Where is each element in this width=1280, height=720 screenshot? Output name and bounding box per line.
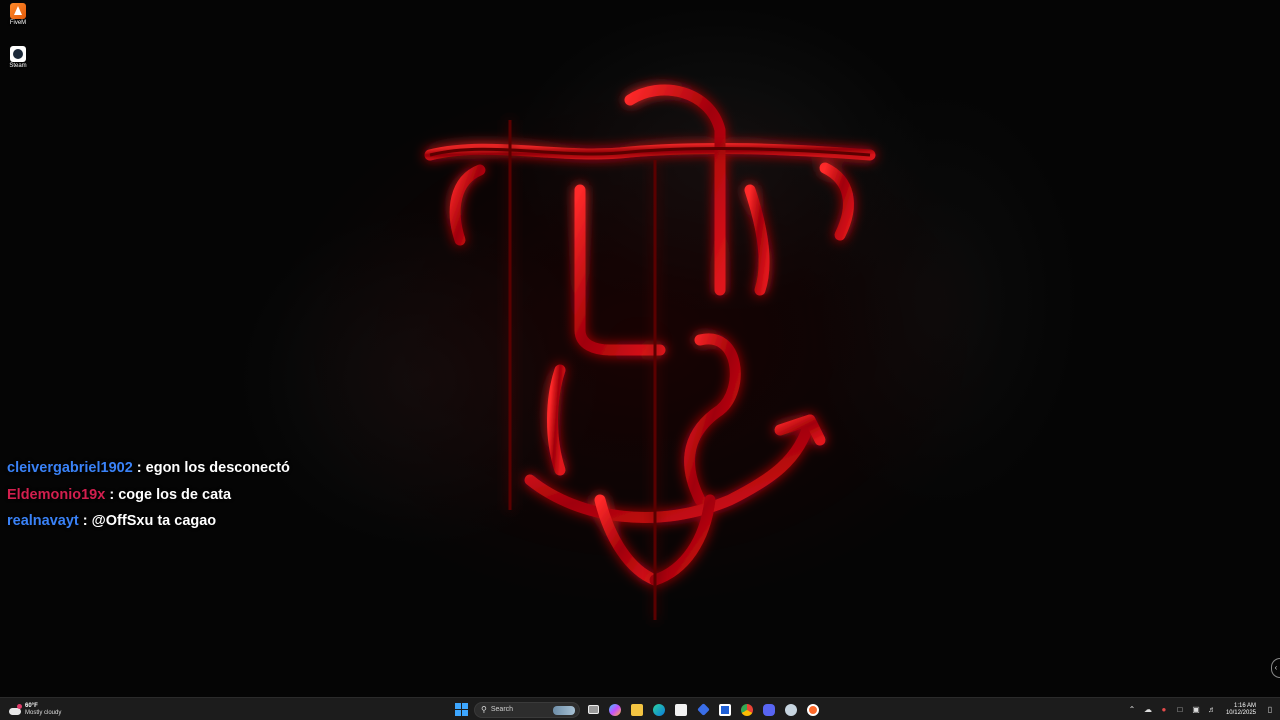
steam-button[interactable]	[782, 701, 800, 719]
taskbar: 60°F Mostly cloudy ⚲ Search ⌃ ☁ ● □ ▣ ♬	[0, 697, 1280, 720]
side-panel-handle[interactable]: ‹	[1271, 658, 1280, 678]
chat-username: cleivergabriel1902	[7, 460, 133, 476]
weather-condition: Mostly cloudy	[25, 709, 62, 716]
steam-icon	[10, 46, 26, 62]
cloud-icon	[8, 703, 22, 717]
chevron-up-icon[interactable]: ⌃	[1126, 705, 1138, 714]
clock-date: 10/12/2025	[1225, 709, 1256, 716]
wallpaper-logo	[400, 60, 900, 680]
chat-text: : egon los desconectó	[136, 460, 290, 476]
edge-button[interactable]	[650, 701, 668, 719]
search-highlight-icon	[553, 705, 575, 715]
chat-username: Eldemonio19x	[7, 486, 106, 503]
app-icon	[719, 703, 731, 716]
chat-username: realnavayt	[7, 513, 79, 530]
weather-temp: 60°F	[25, 702, 38, 709]
system-tray: ⌃ ☁ ● □ ▣ ♬ 1:16 AM 10/12/2025 ▯	[1126, 699, 1276, 720]
edge-icon	[653, 703, 665, 716]
clock-time: 1:16 AM	[1233, 702, 1256, 709]
onedrive-icon[interactable]: ☁	[1142, 705, 1154, 714]
fivem-icon	[807, 703, 819, 716]
chat-message: Eldemonio19x : coge los de cata	[7, 484, 290, 511]
desktop-icon-fivem[interactable]: FiveM	[4, 3, 32, 26]
store-icon	[675, 703, 687, 716]
app-button[interactable]	[694, 701, 712, 719]
chat-message: cleivergabriel1902 : egon los desconectó	[7, 457, 290, 484]
chrome-icon	[741, 703, 753, 716]
task-view-button[interactable]	[584, 701, 602, 719]
monitor-icon[interactable]: □	[1174, 705, 1186, 714]
microphone-icon[interactable]: ●	[1158, 705, 1170, 714]
desktop: FiveM Steam cleivergabriel1902: egon lo…	[0, 0, 1280, 697]
taskbar-pinned: ⚲ Search	[452, 699, 822, 720]
network-icon[interactable]: ▣	[1190, 705, 1202, 714]
app-button[interactable]	[716, 701, 734, 719]
weather-widget[interactable]: 60°F Mostly cloudy	[8, 700, 61, 719]
discord-button[interactable]	[760, 701, 778, 719]
chat-overlay: cleivergabriel1902 : egon los desconectó…	[7, 457, 290, 537]
chrome-button[interactable]	[738, 701, 756, 719]
file-explorer-icon	[631, 703, 643, 716]
copilot-button[interactable]	[606, 701, 624, 719]
chat-text: : coge los de cata	[109, 486, 232, 503]
start-button[interactable]	[452, 701, 470, 719]
desktop-icon-steam[interactable]: Steam	[4, 46, 32, 69]
search-placeholder: Search	[490, 706, 514, 713]
desktop-icon-label: FiveM	[9, 20, 27, 26]
task-view-icon	[587, 705, 599, 714]
taskbar-clock[interactable]: 1:16 AM 10/12/2025	[1226, 703, 1256, 717]
windows-start-icon	[454, 703, 468, 716]
fivem-icon	[10, 3, 26, 19]
volume-icon[interactable]: ♬	[1206, 705, 1218, 714]
desktop-icon-label: Steam	[9, 63, 27, 69]
discord-icon	[763, 703, 775, 716]
taskbar-search[interactable]: ⚲ Search	[474, 701, 580, 718]
store-button[interactable]	[672, 701, 690, 719]
steam-icon	[785, 703, 797, 716]
fivem-button[interactable]	[804, 701, 822, 719]
search-icon: ⚲	[481, 705, 487, 714]
chat-text: : @OffSxu ta cagao	[82, 513, 217, 530]
file-explorer-button[interactable]	[628, 701, 646, 719]
copilot-icon	[609, 703, 621, 716]
app-icon	[696, 703, 710, 716]
notification-bell-icon[interactable]: ▯	[1264, 705, 1276, 714]
chat-message: realnavayt : @OffSxu ta cagao	[7, 510, 290, 537]
